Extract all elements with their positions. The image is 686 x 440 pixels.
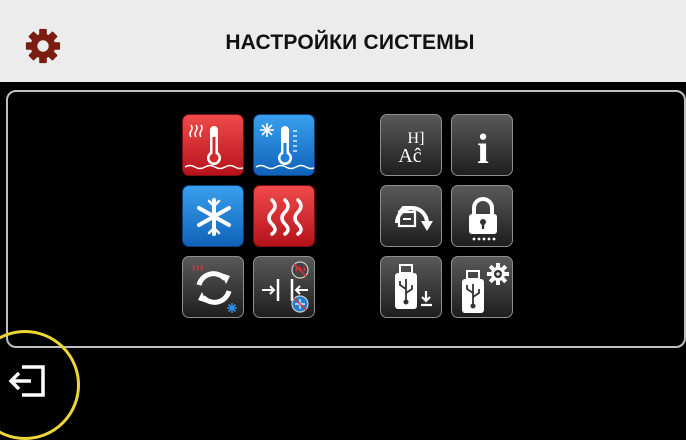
heating-mode-button[interactable]: [253, 185, 315, 247]
cooling-mode-button[interactable]: [182, 185, 244, 247]
info-icon: i: [477, 127, 489, 173]
cooling-temperature-button[interactable]: [253, 114, 315, 176]
language-button[interactable]: Н] Aĉ: [380, 114, 442, 176]
heat-waves-icon: [267, 198, 303, 236]
heating-temperature-button[interactable]: [182, 114, 244, 176]
reset-icon: [395, 206, 433, 231]
defrost-settings-button[interactable]: [253, 256, 315, 318]
decorative-arc: [0, 0, 147, 97]
language-icon: Н] Aĉ: [398, 130, 424, 167]
usb-settings-icon: [462, 263, 509, 313]
lock-button[interactable]: [451, 185, 513, 247]
heat-thermometer-icon: [184, 124, 243, 170]
heat-cool-cycle-button[interactable]: [182, 256, 244, 318]
heat-cool-cycle-icon: [192, 264, 237, 313]
gear-icon[interactable]: [24, 27, 62, 65]
usb-download-button[interactable]: [380, 256, 442, 318]
usb-settings-button[interactable]: [451, 256, 513, 318]
defrost-icon: [262, 261, 309, 313]
header-bar: НАСТРОЙКИ СИСТЕМЫ: [0, 0, 686, 97]
svg-text:Aĉ: Aĉ: [398, 145, 421, 167]
cold-thermometer-icon: [255, 123, 314, 170]
info-button[interactable]: i: [451, 114, 513, 176]
usb-download-icon: [395, 264, 432, 309]
page-title: НАСТРОЙКИ СИСТЕМЫ: [225, 31, 475, 54]
svg-text:i: i: [477, 127, 489, 173]
lock-icon: [469, 197, 497, 241]
settings-panel: Н] Aĉ i: [6, 90, 686, 348]
snowflake-icon: [197, 198, 231, 236]
factory-reset-button[interactable]: [380, 185, 442, 247]
